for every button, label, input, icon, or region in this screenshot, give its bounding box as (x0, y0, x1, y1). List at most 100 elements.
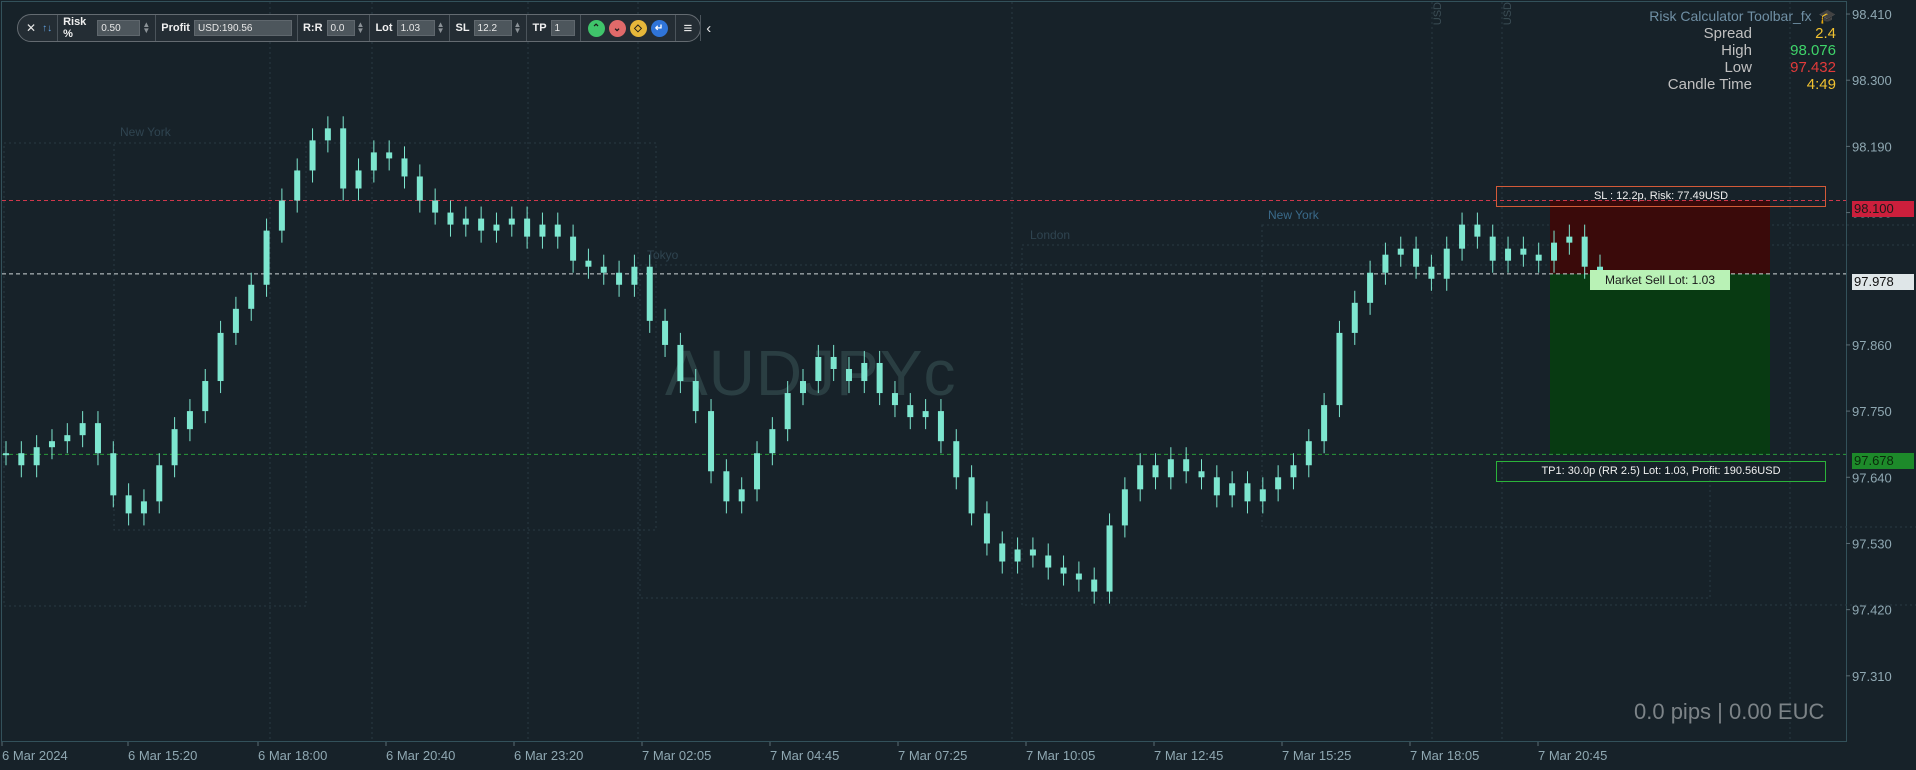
candle (1045, 543, 1052, 580)
candle (1290, 453, 1297, 490)
y-tick-label: 97.420 (1852, 603, 1892, 618)
tp-label: TP (532, 22, 547, 34)
rr-stepper-icon[interactable]: ▲ ▼ (357, 21, 365, 35)
rr-input[interactable]: 0.0 (326, 20, 355, 36)
menu-icon[interactable]: ≡ (681, 20, 696, 37)
candle (493, 212, 500, 243)
candle (815, 344, 822, 394)
close-icon[interactable]: ✕ (26, 21, 36, 35)
candle (156, 453, 163, 514)
current-price-tag: 97.978 (1852, 274, 1914, 290)
lot-input[interactable]: 1.03 (396, 20, 435, 36)
candle (631, 254, 638, 297)
candle (462, 206, 469, 237)
candle (1305, 429, 1312, 478)
candle (616, 260, 623, 297)
candle (1275, 465, 1282, 502)
candle (217, 320, 224, 394)
candle (922, 399, 929, 430)
candle (355, 158, 362, 201)
order-buttons-group: ⌃ ⌄ ◇ ↵ (581, 15, 676, 41)
price-chart[interactable]: 98.41098.30098.19098.08097.86097.75097.6… (0, 0, 1916, 770)
sl-group: SL 12.2 ▲ ▼ (450, 15, 528, 41)
candle (646, 254, 653, 333)
session-box (3, 142, 307, 607)
sl-stepper-icon[interactable]: ▲ ▼ (514, 21, 522, 35)
menu-group: ≡ (676, 15, 702, 41)
rr-group: R:R 0.0 ▲ ▼ (298, 15, 371, 41)
info-row-spread: Spread 2.4 (1703, 25, 1836, 42)
enter-arrow-icon[interactable]: ↵ (650, 19, 668, 37)
sl-input[interactable]: 12.2 (473, 20, 512, 36)
tp-select[interactable]: 1 (550, 20, 575, 36)
candle (416, 164, 423, 213)
x-tick-label: 7 Mar 10:05 (1026, 748, 1095, 763)
candle (784, 381, 791, 442)
candle (845, 356, 852, 394)
candle (248, 272, 255, 321)
lot-stepper-icon[interactable]: ▲ ▼ (437, 21, 445, 35)
candle (1474, 212, 1481, 249)
candle (570, 224, 577, 273)
sell-down-icon[interactable]: ⌄ (608, 19, 626, 37)
info-row-high: High 98.076 (1721, 42, 1836, 59)
profit-label: Profit (161, 22, 190, 34)
trade-arrows-icon[interactable]: ↑↓ (42, 23, 52, 34)
candle (508, 206, 515, 237)
y-tick-label: 97.310 (1852, 669, 1892, 684)
market-sell-label[interactable]: Market Sell Lot: 1.03 (1590, 270, 1730, 290)
candle (1259, 477, 1266, 514)
usd-event-marker[interactable]: USD (1432, 2, 1444, 25)
candle (937, 399, 944, 454)
candle (861, 350, 868, 394)
candle (263, 218, 270, 297)
candle (1137, 453, 1144, 502)
candle (1505, 236, 1512, 273)
collapse-chevron-icon[interactable]: ‹ (706, 20, 711, 37)
candle (94, 411, 101, 466)
candle (432, 188, 439, 225)
candle (324, 116, 331, 153)
x-tick-label: 7 Mar 18:05 (1410, 748, 1479, 763)
candle (692, 368, 699, 424)
candle (232, 296, 239, 345)
candle (140, 489, 147, 526)
high-value: 98.076 (1790, 42, 1836, 59)
session-label-tokyo: Tokyo (647, 248, 679, 262)
candle (1229, 471, 1236, 508)
info-row-candle-time: Candle Time 4:49 (1667, 76, 1836, 93)
candle (1244, 471, 1251, 514)
candle (33, 435, 40, 478)
info-panel: Risk Calculator Toolbar_fx 🎓 Spread 2.4 … (1642, 8, 1836, 93)
risk-group: Risk % 0.50 ▲ ▼ (58, 15, 157, 41)
spread-value: 2.4 (1815, 25, 1836, 42)
candle (554, 212, 561, 249)
candle (125, 483, 132, 526)
buy-up-icon[interactable]: ⌃ (587, 19, 605, 37)
pending-diamond-icon[interactable]: ◇ (629, 19, 647, 37)
candle (386, 140, 393, 171)
candle (1489, 224, 1496, 273)
x-tick-label: 7 Mar 20:45 (1538, 748, 1607, 763)
candle (18, 441, 25, 478)
candle (1152, 453, 1159, 490)
take-profit-label-box[interactable]: TP1: 30.0p (RR 2.5) Lot: 1.03, Profit: 1… (1496, 461, 1826, 482)
candle (983, 501, 990, 556)
candle (738, 477, 745, 514)
risk-label: Risk % (63, 16, 87, 40)
risk-stepper-icon[interactable]: ▲ ▼ (142, 21, 150, 35)
candle (294, 158, 301, 213)
candle (340, 116, 347, 201)
low-value: 97.432 (1790, 59, 1836, 76)
session-label-newyork-2: New York (1268, 208, 1319, 222)
usd-event-marker[interactable]: USD (1502, 2, 1514, 25)
candle (278, 188, 285, 243)
x-tick-label: 6 Mar 18:00 (258, 748, 327, 763)
stop-loss-label-box[interactable]: SL : 12.2p, Risk: 77.49USD (1496, 186, 1826, 207)
profit-input[interactable]: USD:190.56 (193, 20, 292, 36)
candle (79, 411, 86, 448)
session-label-london: London (1030, 228, 1071, 242)
candle (1121, 477, 1128, 538)
session-box (113, 142, 657, 531)
risk-input[interactable]: 0.50 (97, 20, 141, 36)
